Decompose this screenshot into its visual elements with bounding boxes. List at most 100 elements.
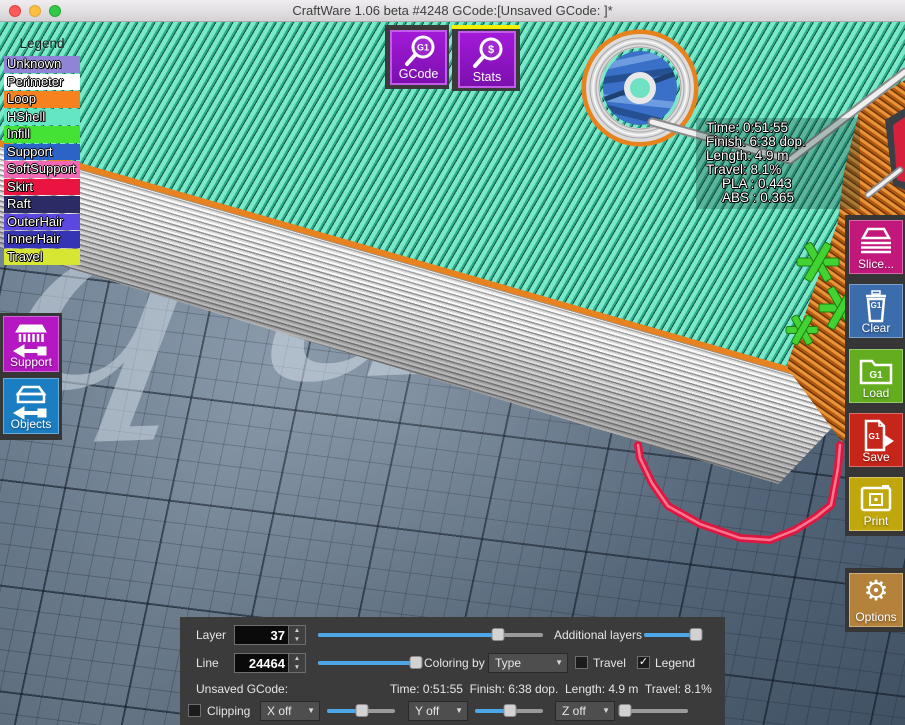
clip-x-slider-handle[interactable] — [356, 704, 369, 717]
line-spinner[interactable]: 24464 ▲▼ — [234, 653, 306, 673]
slice-button-label: Slice... — [850, 257, 902, 271]
legend-item-hshell: HShell — [4, 109, 80, 126]
clear-button[interactable]: G1 Clear — [849, 284, 903, 338]
stat-length: Length: 4.9 m — [696, 149, 860, 163]
layer-spinner-up-icon[interactable]: ▲ — [289, 626, 305, 635]
line-slider-handle[interactable] — [410, 656, 423, 669]
objects-icon — [14, 387, 46, 419]
additional-layers-slider[interactable] — [644, 625, 699, 645]
objects-button[interactable]: Objects — [3, 378, 59, 434]
svg-text:$: $ — [488, 44, 494, 56]
legend-overlay: Legend Unknown Perimeter Loop HShell Inf… — [4, 36, 80, 266]
layer-value: 37 — [271, 628, 285, 643]
line-slider[interactable] — [318, 653, 416, 673]
line-label: Line — [196, 653, 219, 673]
print-stats-overlay: Time: 0:51:55 Finish: 6:38 dop. Length: … — [696, 118, 860, 209]
stat-pla: PLA : 0.443 — [696, 177, 860, 191]
stats-active-indicator — [452, 25, 520, 29]
layer-slider-handle[interactable] — [492, 628, 505, 641]
clip-z-dropdown[interactable]: Z off ▼ — [555, 701, 615, 721]
support-button-label: Support — [4, 355, 58, 369]
layer-label: Layer — [196, 625, 226, 645]
gcode-control-panel: Layer 37 ▲▼ Additional layers Line — [180, 617, 725, 725]
document-g1-export-icon: G1 — [866, 421, 893, 450]
legend-item-loop: Loop — [4, 91, 80, 108]
svg-text:G1: G1 — [868, 431, 880, 441]
travel-checkbox[interactable] — [575, 656, 588, 669]
load-button-label: Load — [850, 386, 902, 400]
clip-z-value: Z off — [562, 704, 586, 718]
clip-z-slider[interactable] — [620, 701, 688, 721]
clip-x-slider[interactable] — [327, 701, 395, 721]
clip-y-slider-handle[interactable] — [504, 704, 517, 717]
line-spinner-down-icon[interactable]: ▼ — [289, 663, 305, 672]
stat-travel: Travel: 8.1% — [696, 163, 860, 177]
stat-finish: Finish: 6:38 dop. — [696, 135, 860, 149]
options-button[interactable]: ⚙ Options — [849, 573, 903, 627]
support-button[interactable]: Support — [3, 316, 59, 372]
gcode-name: Unsaved GCode: — [196, 679, 288, 699]
stat-time: Time: 0:51:55 — [696, 121, 860, 135]
layer-spinner[interactable]: 37 ▲▼ — [234, 625, 306, 645]
clipping-label: Clipping — [207, 701, 250, 721]
legend-item-skirt: Skirt — [4, 179, 80, 196]
legend-item-softsupport: SoftSupport — [4, 161, 80, 178]
chevron-down-icon: ▼ — [555, 658, 563, 667]
print-button[interactable]: Print — [849, 477, 903, 531]
window-title: CraftWare 1.06 beta #4248 GCode:[Unsaved… — [0, 3, 905, 18]
legend-item-unknown: Unknown — [4, 56, 80, 73]
svg-text:G1: G1 — [871, 301, 882, 310]
additional-layers-label: Additional layers — [554, 625, 642, 645]
objects-button-label: Objects — [4, 417, 58, 431]
additional-layers-slider-handle[interactable] — [690, 628, 703, 641]
layer-spinner-down-icon[interactable]: ▼ — [289, 635, 305, 644]
support-icon — [14, 325, 46, 357]
options-button-label: Options — [850, 610, 902, 624]
gcode-summary: Time: 0:51:55 Finish: 6:38 dop. Length: … — [390, 679, 712, 699]
legend-item-raft: Raft — [4, 196, 80, 213]
clip-x-value: X off — [267, 704, 291, 718]
magnifier-g1-icon: G1 — [407, 37, 433, 64]
title-bar: CraftWare 1.06 beta #4248 GCode:[Unsaved… — [0, 0, 905, 22]
legend-item-perimeter: Perimeter — [4, 74, 80, 91]
travel-checkbox-label: Travel — [593, 653, 626, 673]
clip-x-dropdown[interactable]: X off ▼ — [260, 701, 320, 721]
trash-g1-icon: G1 — [866, 291, 886, 321]
coloring-by-label: Coloring by — [424, 653, 485, 673]
line-spinner-up-icon[interactable]: ▲ — [289, 654, 305, 663]
svg-text:G1: G1 — [869, 370, 883, 381]
chevron-down-icon: ▼ — [455, 706, 463, 715]
stats-button-label: Stats — [460, 70, 514, 84]
stats-view-button[interactable]: $ Stats — [458, 31, 516, 88]
craftware-window: CraftWare 1.06 beta #4248 GCode:[Unsaved… — [0, 0, 905, 725]
coloring-by-value: Type — [495, 656, 521, 670]
legend-item-innerhair: InnerHair — [4, 231, 80, 248]
line-value: 24464 — [249, 656, 285, 671]
legend-title: Legend — [4, 36, 80, 51]
clip-y-value: Y off — [415, 704, 439, 718]
legend-item-outerhair: OuterHair — [4, 214, 80, 231]
legend-checkbox-label: Legend — [655, 653, 695, 673]
svg-text:G1: G1 — [417, 43, 429, 53]
magnifier-dollar-icon: $ — [475, 39, 501, 66]
save-button-label: Save — [850, 450, 902, 464]
gcode-view-button[interactable]: G1 GCode — [390, 30, 447, 85]
chevron-down-icon: ▼ — [602, 706, 610, 715]
clipping-checkbox[interactable] — [188, 704, 201, 717]
coloring-by-dropdown[interactable]: Type ▼ — [488, 653, 568, 673]
save-button[interactable]: G1 Save — [849, 413, 903, 467]
chevron-down-icon: ▼ — [307, 706, 315, 715]
layer-slider[interactable] — [318, 625, 543, 645]
legend-checkbox[interactable]: ✓ — [637, 656, 650, 669]
slice-icon — [861, 229, 891, 252]
clear-button-label: Clear — [850, 321, 902, 335]
clip-y-slider[interactable] — [475, 701, 543, 721]
print-button-label: Print — [850, 514, 902, 528]
legend-item-infill: Infill — [4, 126, 80, 143]
3d-viewport[interactable]: que — [0, 22, 905, 725]
load-button[interactable]: G1 Load — [849, 349, 903, 403]
legend-item-support: Support — [4, 144, 80, 161]
clip-z-slider-handle[interactable] — [619, 704, 632, 717]
clip-y-dropdown[interactable]: Y off ▼ — [408, 701, 468, 721]
slice-button[interactable]: Slice... — [849, 220, 903, 274]
